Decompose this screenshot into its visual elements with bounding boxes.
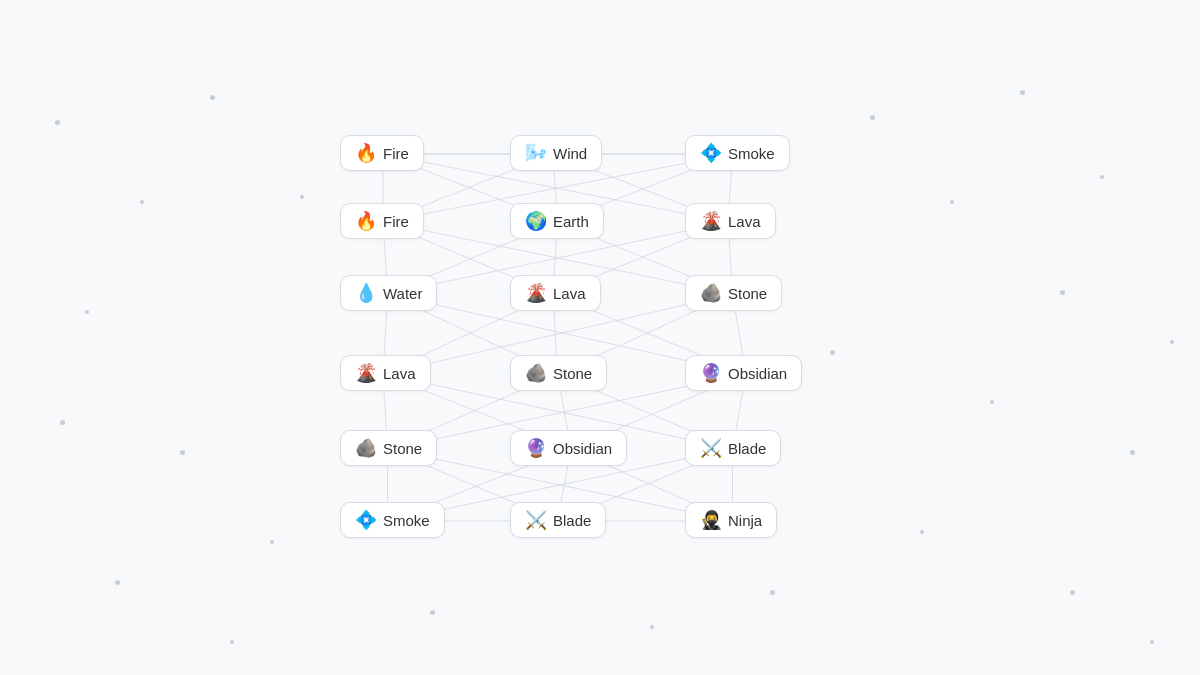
node-blade2[interactable]: ⚔️ Blade [510, 502, 606, 538]
node-fire1[interactable]: 🔥 Fire [340, 135, 424, 171]
bg-dot-7 [230, 640, 234, 644]
bg-dot-2 [210, 95, 215, 100]
node-emoji-obsid1: 🔮 [700, 364, 722, 382]
bg-dot-15 [920, 530, 924, 534]
bg-dot-8 [870, 115, 875, 120]
node-label-stone1: Stone [728, 285, 767, 302]
node-lava1[interactable]: 🌋 Lava [685, 203, 776, 239]
bg-dot-16 [1070, 590, 1075, 595]
node-water1[interactable]: 💧 Water [340, 275, 437, 311]
node-emoji-wind1: 🌬️ [525, 144, 547, 162]
node-lava3[interactable]: 🌋 Lava [340, 355, 431, 391]
connections-canvas [0, 0, 1200, 675]
node-emoji-blade2: ⚔️ [525, 511, 547, 529]
node-stone3[interactable]: 🪨 Stone [340, 430, 437, 466]
node-label-ninja1: Ninja [728, 512, 762, 529]
bg-dot-9 [950, 200, 954, 204]
bg-dot-18 [60, 420, 65, 425]
node-wind1[interactable]: 🌬️ Wind [510, 135, 602, 171]
bg-dot-23 [650, 625, 654, 629]
node-label-fire2: Fire [383, 213, 409, 230]
node-earth1[interactable]: 🌍 Earth [510, 203, 604, 239]
node-obsid2[interactable]: 🔮 Obsidian [510, 430, 627, 466]
bg-dot-0 [55, 120, 60, 125]
node-label-obsid2: Obsidian [553, 440, 612, 457]
node-ninja1[interactable]: 🥷 Ninja [685, 502, 777, 538]
node-label-stone2: Stone [553, 365, 592, 382]
bg-dot-21 [1170, 340, 1174, 344]
bg-dot-6 [115, 580, 120, 585]
node-smoke1[interactable]: 💠 Smoke [685, 135, 790, 171]
node-obsid1[interactable]: 🔮 Obsidian [685, 355, 802, 391]
bg-dot-3 [85, 310, 89, 314]
node-label-wind1: Wind [553, 145, 587, 162]
node-label-blade2: Blade [553, 512, 591, 529]
node-label-lava3: Lava [383, 365, 416, 382]
node-blade1[interactable]: ⚔️ Blade [685, 430, 781, 466]
node-label-lava1: Lava [728, 213, 761, 230]
node-label-smoke1: Smoke [728, 145, 775, 162]
bg-dot-10 [1020, 90, 1025, 95]
node-emoji-ninja1: 🥷 [700, 511, 722, 529]
node-label-fire1: Fire [383, 145, 409, 162]
node-label-smoke2: Smoke [383, 512, 430, 529]
node-label-water1: Water [383, 285, 422, 302]
node-lava2[interactable]: 🌋 Lava [510, 275, 601, 311]
bg-dot-11 [1100, 175, 1104, 179]
bg-dot-19 [300, 195, 304, 199]
bg-dot-4 [180, 450, 185, 455]
node-label-blade1: Blade [728, 440, 766, 457]
node-fire2[interactable]: 🔥 Fire [340, 203, 424, 239]
bg-dot-22 [430, 610, 435, 615]
node-emoji-lava3: 🌋 [355, 364, 377, 382]
node-emoji-lava1: 🌋 [700, 212, 722, 230]
bg-dot-20 [830, 350, 835, 355]
node-emoji-earth1: 🌍 [525, 212, 547, 230]
bg-dot-13 [990, 400, 994, 404]
node-emoji-stone1: 🪨 [700, 284, 722, 302]
node-emoji-stone2: 🪨 [525, 364, 547, 382]
node-emoji-obsid2: 🔮 [525, 439, 547, 457]
node-label-lava2: Lava [553, 285, 586, 302]
node-emoji-lava2: 🌋 [525, 284, 547, 302]
bg-dot-1 [140, 200, 144, 204]
node-stone1[interactable]: 🪨 Stone [685, 275, 782, 311]
bg-dot-5 [270, 540, 274, 544]
bg-dot-17 [1150, 640, 1154, 644]
bg-dot-14 [1130, 450, 1135, 455]
node-label-earth1: Earth [553, 213, 589, 230]
node-emoji-fire1: 🔥 [355, 144, 377, 162]
node-emoji-smoke1: 💠 [700, 144, 722, 162]
node-smoke2[interactable]: 💠 Smoke [340, 502, 445, 538]
node-emoji-water1: 💧 [355, 284, 377, 302]
node-stone2[interactable]: 🪨 Stone [510, 355, 607, 391]
node-emoji-blade1: ⚔️ [700, 439, 722, 457]
bg-dot-24 [770, 590, 775, 595]
bg-dot-12 [1060, 290, 1065, 295]
node-emoji-smoke2: 💠 [355, 511, 377, 529]
node-emoji-fire2: 🔥 [355, 212, 377, 230]
node-label-obsid1: Obsidian [728, 365, 787, 382]
node-emoji-stone3: 🪨 [355, 439, 377, 457]
node-label-stone3: Stone [383, 440, 422, 457]
